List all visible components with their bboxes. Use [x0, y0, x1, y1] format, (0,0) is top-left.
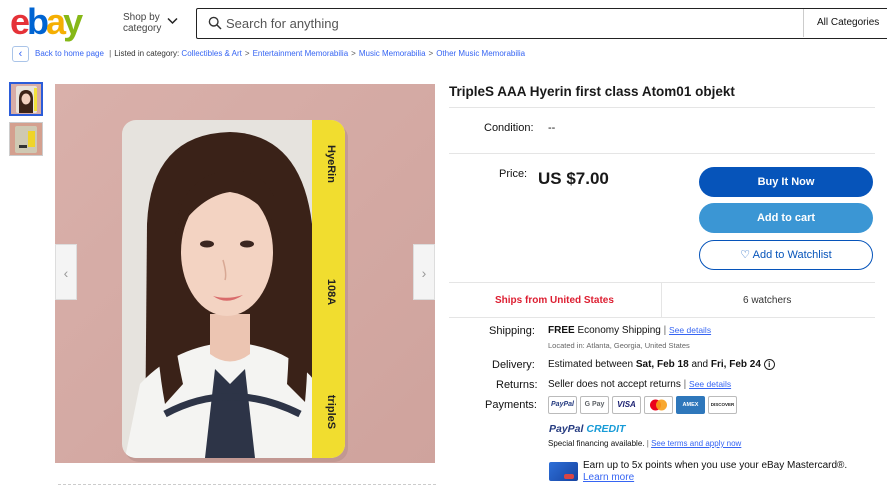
delivery-label: Delivery: — [492, 359, 535, 371]
shipping-free-label: FREE — [548, 325, 575, 336]
item-location: Located in: Atlanta, Georgia, United Sta… — [548, 341, 690, 350]
mastercard-promo: Earn up to 5x points when you use your e… — [583, 460, 847, 484]
watchers-count: 6 watchers — [743, 295, 792, 306]
google-pay-payment-icon: G Pay — [580, 396, 609, 414]
main-product-image[interactable]: HyeRin 108A tripleS — [55, 84, 435, 463]
shop-by-category-button[interactable]: Shop by category — [123, 12, 178, 34]
mastercard-payment-icon — [644, 396, 673, 414]
breadcrumb-divider: | — [106, 49, 112, 58]
shop-by-label: Shop by — [123, 12, 160, 23]
heart-icon: ♡ — [740, 249, 751, 261]
financing-row: Special financing available. | See terms… — [548, 439, 741, 448]
card-name-label: HyeRin — [325, 145, 337, 183]
gallery-next-button[interactable]: › — [413, 244, 435, 300]
product-title: TripleS AAA Hyerin first class Atom01 ob… — [449, 84, 735, 99]
delivery-end: Fri, Feb 24 — [710, 359, 761, 371]
listed-in-label: Listed in category: — [114, 49, 180, 58]
chevron-down-icon — [167, 16, 178, 27]
breadcrumb-chevron: > — [428, 49, 434, 58]
back-arrow-icon[interactable]: ‹ — [12, 45, 29, 62]
paypal-credit-part1: PayPal — [549, 423, 584, 435]
shipping-value: FREE Economy Shipping | See details — [548, 325, 711, 336]
add-to-watchlist-button[interactable]: ♡ Add to Watchlist — [699, 240, 873, 270]
payments-label: Payments: — [485, 399, 537, 411]
paypal-credit-logo: PayPal CREDIT — [549, 423, 625, 435]
mastercard-promo-text: Earn up to 5x points when you use your e… — [583, 460, 848, 471]
condition-label: Condition: — [484, 122, 534, 134]
separator: | — [646, 439, 649, 448]
breadcrumb-item[interactable]: Other Music Memorabilia — [436, 49, 525, 58]
breadcrumb-chevron: > — [351, 49, 356, 58]
financing-terms-link[interactable]: See terms and apply now — [651, 439, 741, 448]
separator: | — [663, 325, 667, 336]
watchlist-label: Add to Watchlist — [752, 249, 832, 261]
visa-payment-icon: VISA — [612, 396, 641, 414]
ebay-logo[interactable]: ebay — [10, 2, 83, 42]
shipping-label: Shipping: — [489, 325, 535, 337]
shipping-method: Economy Shipping — [577, 325, 661, 336]
delivery-and: and — [691, 359, 709, 371]
gallery-prev-button[interactable]: ‹ — [55, 244, 77, 300]
condition-value: -- — [548, 122, 556, 134]
delivery-value: Estimated between Sat, Feb 18 and Fri, F… — [548, 359, 775, 370]
breadcrumb-chevron: > — [244, 49, 250, 58]
back-to-home-link[interactable]: Back to home page — [35, 49, 104, 58]
card-number-label: 108A — [325, 279, 337, 305]
all-categories-select[interactable]: All Categories — [803, 9, 887, 37]
delivery-prefix: Estimated between — [548, 359, 634, 371]
breadcrumb: ‹ Back to home page | Listed in category: … — [12, 44, 525, 64]
shipping-see-details-link[interactable]: See details — [669, 325, 711, 335]
ebay-mastercard-icon — [549, 462, 578, 481]
divider — [449, 153, 875, 154]
returns-see-details-link[interactable]: See details — [689, 379, 731, 389]
learn-more-link[interactable]: Learn more — [583, 472, 634, 483]
price-label: Price: — [499, 168, 528, 180]
gallery-thumbnail[interactable] — [9, 122, 43, 156]
breadcrumb-item[interactable]: Entertainment Memorabilia — [253, 49, 349, 58]
category-label: category — [123, 23, 162, 34]
returns-value: Seller does not accept returns | See det… — [548, 379, 731, 390]
separator: | — [683, 379, 687, 390]
search-bar: All Categories — [196, 8, 887, 39]
returns-label: Returns: — [496, 379, 538, 391]
buy-it-now-button[interactable]: Buy It Now — [699, 167, 873, 197]
breadcrumb-item[interactable]: Music Memorabilia — [359, 49, 426, 58]
discover-payment-icon: DISCOVER — [708, 396, 737, 414]
returns-text: Seller does not accept returns — [548, 379, 681, 390]
gallery-thumbnail[interactable] — [9, 82, 43, 116]
divider — [58, 484, 436, 485]
shipping-summary: Ships from United States 6 watchers — [449, 282, 875, 318]
search-icon — [208, 16, 222, 30]
financing-text: Special financing available. — [548, 439, 645, 448]
search-input[interactable] — [226, 12, 786, 34]
amex-payment-icon: AMEX — [676, 396, 705, 414]
divider — [449, 107, 875, 108]
add-to-cart-button[interactable]: Add to cart — [699, 203, 873, 233]
info-icon[interactable]: i — [763, 359, 775, 370]
price-value: US $7.00 — [538, 169, 609, 188]
header: ebay Shop by category All Categories — [0, 0, 887, 44]
paypal-payment-icon: PayPal — [548, 396, 577, 414]
divider — [661, 283, 662, 318]
breadcrumb-item[interactable]: Collectibles & Art — [181, 49, 241, 58]
paypal-credit-part2: CREDIT — [586, 423, 626, 435]
card-brand-label: tripleS — [325, 395, 337, 429]
ships-from-label: Ships from United States — [495, 295, 614, 306]
delivery-start: Sat, Feb 18 — [635, 359, 689, 371]
